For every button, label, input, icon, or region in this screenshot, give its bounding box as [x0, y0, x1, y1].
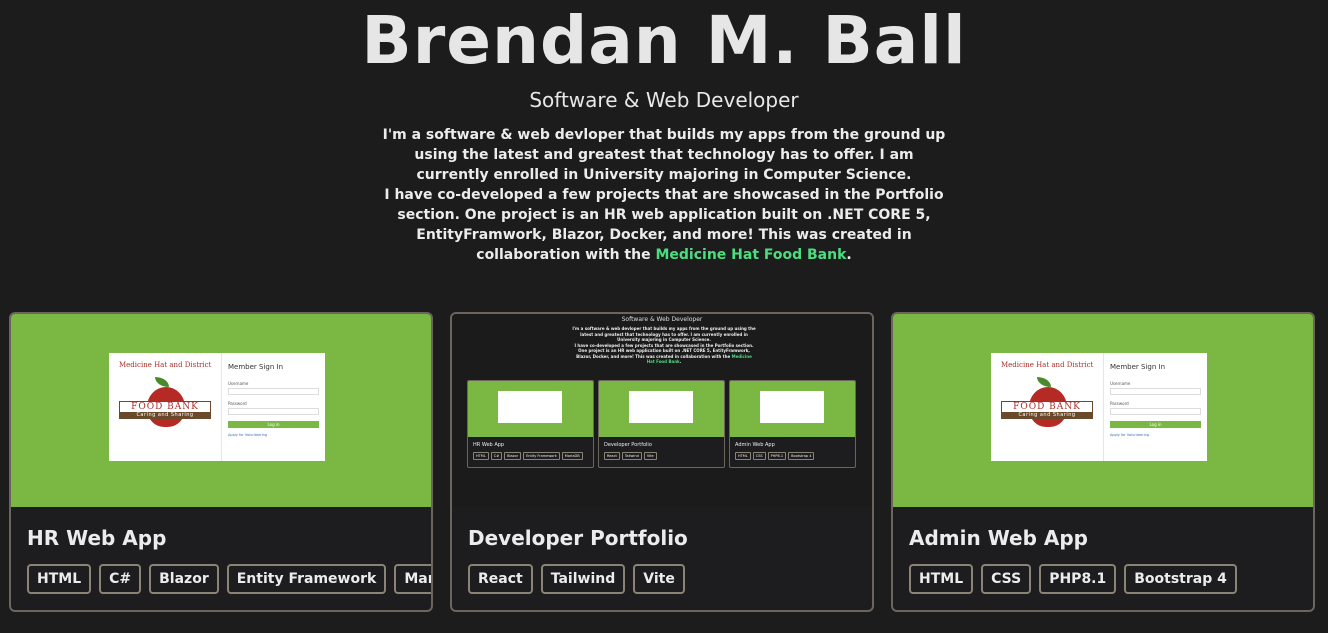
username-field — [1110, 388, 1201, 395]
logo-main-text: FOOD BANK — [131, 402, 199, 412]
mini-subtitle: Software & Web Developer — [621, 316, 703, 323]
project-title: Admin Web App — [909, 526, 1088, 550]
mini-card-title: HR Web App — [473, 442, 505, 448]
project-card-admin-web-app[interactable]: Medicine Hat and District FOOD BANK Cari… — [891, 312, 1315, 612]
login-screenshot: Medicine Hat and District FOOD BANK Cari… — [991, 353, 1207, 461]
mini-tag: Vite — [643, 452, 657, 460]
mini-tag: HTML — [735, 452, 751, 460]
mini-tag: C# — [490, 452, 503, 460]
password-label: Password — [1110, 401, 1129, 406]
volunteer-link: Apply for Volunteering — [1110, 433, 1150, 437]
login-button: Log in — [228, 421, 319, 428]
mini-tag: Bootstrap 4 — [788, 452, 815, 460]
mini-card-title: Developer Portfolio — [604, 442, 652, 448]
tag: Blazor — [149, 564, 219, 594]
project-thumbnail: Medicine Hat and District FOOD BANK Cari… — [11, 314, 431, 507]
logo-main-text: FOOD BANK — [1013, 402, 1081, 412]
mini-card-hr: HR Web App HTML C# Blazor Entity Framewo… — [467, 380, 594, 468]
mini-bio: I'm a software & web devloper that build… — [572, 326, 756, 364]
leaf-icon — [155, 377, 169, 387]
tag: Entity Framework — [226, 564, 387, 594]
mini-screenshot — [760, 391, 824, 423]
tag-list: HTML CSS PHP8.1 Bootstrap 4 — [909, 564, 1237, 594]
password-label: Password — [228, 401, 247, 406]
login-form: Member Sign In Username Password Log in … — [1103, 353, 1207, 461]
mini-screenshot — [498, 391, 562, 423]
project-card-hr-web-app[interactable]: Medicine Hat and District FOOD BANK Cari… — [9, 312, 433, 612]
logo-arc-text: Medicine Hat and District — [1001, 361, 1094, 369]
mini-bio-text-2: I have co-developed a few projects that … — [574, 342, 754, 359]
bio-text-1: I'm a software & web devloper that build… — [382, 127, 946, 183]
mini-tag: HTML — [473, 452, 489, 460]
username-field — [228, 388, 319, 395]
project-card-developer-portfolio[interactable]: Software & Web Developer I'm a software … — [450, 312, 874, 612]
project-title: Developer Portfolio — [468, 526, 688, 550]
tag: Vite — [633, 564, 685, 594]
bio-paragraph: I'm a software & web devloper that build… — [378, 125, 950, 265]
login-title: Member Sign In — [228, 363, 284, 371]
login-screenshot: Medicine Hat and District FOOD BANK Cari… — [109, 353, 325, 461]
mini-tag: Blazor — [504, 452, 522, 460]
tag-list: React Tailwind Vite — [468, 564, 685, 594]
mini-tag: Entity Framework — [523, 452, 560, 460]
volunteer-link: Apply for Volunteering — [228, 433, 268, 437]
medicine-hat-food-bank-link[interactable]: Medicine Hat Food Bank — [655, 247, 846, 263]
logo-box: FOOD BANK Caring and Sharing — [1001, 401, 1093, 419]
tag: Tailwind — [540, 564, 626, 594]
mini-tag: Tailwind — [621, 452, 642, 460]
logo-band-text: Caring and Sharing — [1002, 412, 1092, 419]
tag: HTML — [909, 564, 974, 594]
tag: Bootstrap 4 — [1124, 564, 1237, 594]
password-field — [1110, 408, 1201, 415]
logo-arc-text: Medicine Hat and District — [119, 361, 212, 369]
project-thumbnail: Software & Web Developer I'm a software … — [452, 314, 872, 507]
username-label: Username — [228, 381, 249, 386]
login-title: Member Sign In — [1110, 363, 1166, 371]
mini-tag: CSS — [752, 452, 766, 460]
tag: HTML — [27, 564, 92, 594]
mini-screenshot — [629, 391, 693, 423]
tag: C# — [99, 564, 142, 594]
tag: PHP8.1 — [1039, 564, 1117, 594]
mini-bio-text-1: I'm a software & web devloper that build… — [572, 326, 756, 342]
password-field — [228, 408, 319, 415]
food-bank-logo: Medicine Hat and District FOOD BANK Cari… — [109, 353, 221, 461]
hero-subtitle: Software & Web Developer — [529, 88, 799, 112]
login-button: Log in — [1110, 421, 1201, 428]
mini-card-title: Admin Web App — [735, 442, 775, 448]
hero-name: Brendan M. Ball — [361, 2, 967, 79]
logo-band-text: Caring and Sharing — [120, 412, 210, 419]
mini-card-portfolio: Developer Portfolio React Tailwind Vite — [598, 380, 725, 468]
mini-tag: React — [604, 452, 620, 460]
username-label: Username — [1110, 381, 1131, 386]
tag-list: HTML C# Blazor Entity Framework MariaDB — [27, 564, 431, 594]
project-title: HR Web App — [27, 526, 167, 550]
food-bank-logo: Medicine Hat and District FOOD BANK Cari… — [991, 353, 1103, 461]
mini-card-admin: Admin Web App HTML CSS PHP8.1 Bootstrap … — [729, 380, 856, 468]
login-form: Member Sign In Username Password Log in … — [221, 353, 325, 461]
tag: MariaDB — [394, 564, 431, 594]
tag: CSS — [981, 564, 1032, 594]
mini-tag: PHP8.1 — [767, 452, 787, 460]
bio-text-end: . — [846, 247, 852, 263]
project-thumbnail: Medicine Hat and District FOOD BANK Cari… — [893, 314, 1313, 507]
logo-box: FOOD BANK Caring and Sharing — [119, 401, 211, 419]
mini-tag: MariaDB — [561, 452, 583, 460]
tag: React — [468, 564, 533, 594]
leaf-icon — [1037, 377, 1051, 387]
